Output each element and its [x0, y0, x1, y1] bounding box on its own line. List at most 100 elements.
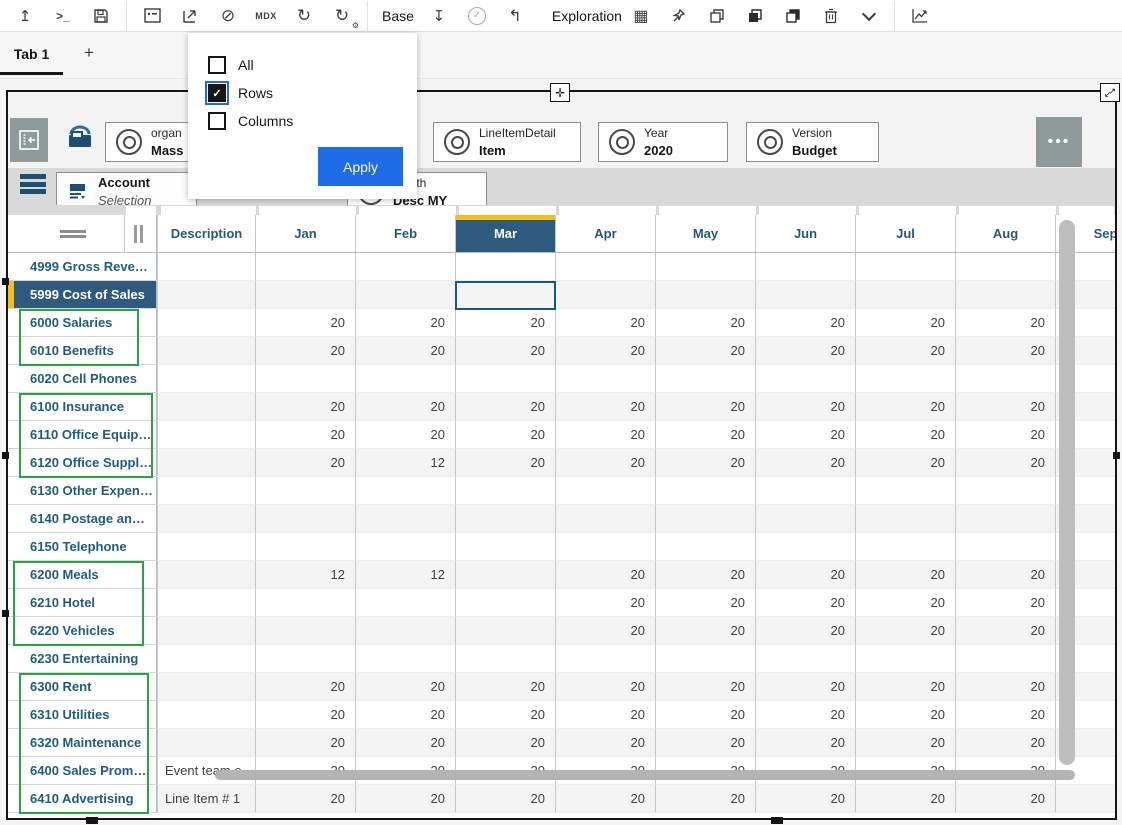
value-cell[interactable]: 20	[555, 393, 655, 421]
value-cell[interactable]	[855, 645, 955, 673]
value-cell[interactable]: 20	[255, 673, 355, 701]
description-cell[interactable]	[157, 421, 255, 449]
value-cell[interactable]: 12	[355, 449, 455, 477]
value-cell[interactable]: 20	[555, 673, 655, 701]
value-cell[interactable]: 20	[655, 617, 755, 645]
value-cell[interactable]	[755, 253, 855, 281]
description-cell[interactable]	[157, 533, 255, 561]
column-header-jul[interactable]: Jul	[855, 215, 955, 253]
value-cell[interactable]	[455, 365, 555, 393]
exploration-grid-icon[interactable]: ▦	[628, 1, 654, 31]
value-cell[interactable]	[555, 365, 655, 393]
value-cell[interactable]: 20	[755, 785, 855, 813]
row-header[interactable]: 6200 Meals	[8, 561, 157, 589]
value-cell[interactable]	[455, 533, 555, 561]
value-cell[interactable]: 20	[555, 701, 655, 729]
value-cell[interactable]: 20	[655, 589, 755, 617]
value-cell[interactable]	[355, 365, 455, 393]
value-cell[interactable]: 20	[955, 701, 1055, 729]
chip-year[interactable]: Year 2020	[598, 122, 728, 162]
value-cell[interactable]	[755, 505, 855, 533]
value-cell[interactable]	[755, 365, 855, 393]
value-cell[interactable]	[255, 477, 355, 505]
value-cell[interactable]: 20	[455, 701, 555, 729]
value-cell[interactable]	[255, 253, 355, 281]
value-cell[interactable]: 20	[855, 449, 955, 477]
description-cell[interactable]	[157, 645, 255, 673]
value-cell[interactable]: 20	[955, 337, 1055, 365]
row-header[interactable]: 6110 Office Equip…	[8, 421, 157, 449]
value-cell[interactable]	[455, 589, 555, 617]
value-cell[interactable]: 20	[255, 393, 355, 421]
value-cell[interactable]: 20	[355, 421, 455, 449]
overflow-menu-button[interactable]: •••	[1036, 117, 1082, 167]
chip-version[interactable]: Version Budget	[746, 122, 879, 162]
value-cell[interactable]: 20	[755, 309, 855, 337]
horizontal-scrollbar[interactable]	[215, 770, 1075, 780]
value-cell[interactable]: 20	[955, 617, 1055, 645]
row-header[interactable]: 6000 Salaries	[8, 309, 157, 337]
row-header[interactable]: 6140 Postage an…	[8, 505, 157, 533]
value-cell[interactable]	[455, 253, 555, 281]
upload-icon[interactable]: ↥	[12, 1, 38, 31]
value-cell[interactable]: 20	[655, 701, 755, 729]
value-cell[interactable]: 20	[455, 785, 555, 813]
row-header[interactable]: 6220 Vehicles	[8, 617, 157, 645]
value-cell[interactable]: 20	[355, 309, 455, 337]
value-cell[interactable]: 20	[755, 337, 855, 365]
value-cell[interactable]	[555, 505, 655, 533]
value-cell[interactable]	[355, 505, 455, 533]
rows-axis-icon[interactable]	[20, 174, 46, 196]
value-cell[interactable]: 20	[655, 393, 755, 421]
chevron-down-icon[interactable]	[856, 1, 882, 31]
value-cell[interactable]	[655, 505, 755, 533]
description-cell[interactable]	[157, 309, 255, 337]
value-cell[interactable]: 20	[455, 673, 555, 701]
commit-check-icon[interactable]: ✓	[464, 1, 490, 31]
value-cell[interactable]: 20	[455, 337, 555, 365]
value-cell[interactable]	[455, 561, 555, 589]
widget-move-handle[interactable]: ✛	[550, 83, 570, 102]
value-cell[interactable]	[655, 533, 755, 561]
value-cell[interactable]	[355, 281, 455, 309]
value-cell[interactable]	[655, 281, 755, 309]
value-cell[interactable]: 20	[855, 393, 955, 421]
description-cell[interactable]	[157, 477, 255, 505]
description-cell[interactable]	[157, 365, 255, 393]
value-cell[interactable]	[755, 477, 855, 505]
value-cell[interactable]: 20	[555, 785, 655, 813]
value-cell[interactable]: 20	[755, 701, 855, 729]
value-cell[interactable]: 12	[255, 561, 355, 589]
value-cell[interactable]: 20	[755, 561, 855, 589]
value-cell[interactable]	[455, 477, 555, 505]
value-cell[interactable]	[255, 645, 355, 673]
value-cell[interactable]: 20	[855, 785, 955, 813]
terminal-icon[interactable]: >_	[50, 1, 76, 31]
collapse-overview-button[interactable]	[10, 118, 48, 162]
value-cell[interactable]: 20	[955, 589, 1055, 617]
grid-corner-cell[interactable]	[8, 215, 157, 253]
value-cell[interactable]	[955, 477, 1055, 505]
value-cell[interactable]	[855, 253, 955, 281]
value-cell[interactable]: 20	[655, 561, 755, 589]
value-cell[interactable]: 20	[855, 617, 955, 645]
value-cell[interactable]	[455, 617, 555, 645]
value-cell[interactable]	[555, 533, 655, 561]
value-cell[interactable]	[755, 533, 855, 561]
undo-icon[interactable]: ↰	[502, 1, 528, 31]
value-cell[interactable]: 20	[755, 393, 855, 421]
selection-nub[interactable]	[2, 278, 9, 285]
value-cell[interactable]	[855, 477, 955, 505]
column-header-description[interactable]: Description	[157, 215, 255, 253]
row-header[interactable]: 6300 Rent	[8, 673, 157, 701]
description-cell[interactable]	[157, 449, 255, 477]
value-cell[interactable]	[855, 533, 955, 561]
value-cell[interactable]: 20	[855, 589, 955, 617]
row-menu-icon[interactable]	[60, 230, 86, 238]
value-cell[interactable]: 20	[955, 393, 1055, 421]
apply-button[interactable]: Apply	[318, 147, 403, 186]
value-cell[interactable]: 20	[655, 729, 755, 757]
column-header-mar[interactable]: Mar	[455, 215, 555, 253]
value-cell[interactable]: 20	[655, 421, 755, 449]
base-mode-label[interactable]: Base	[382, 8, 414, 24]
